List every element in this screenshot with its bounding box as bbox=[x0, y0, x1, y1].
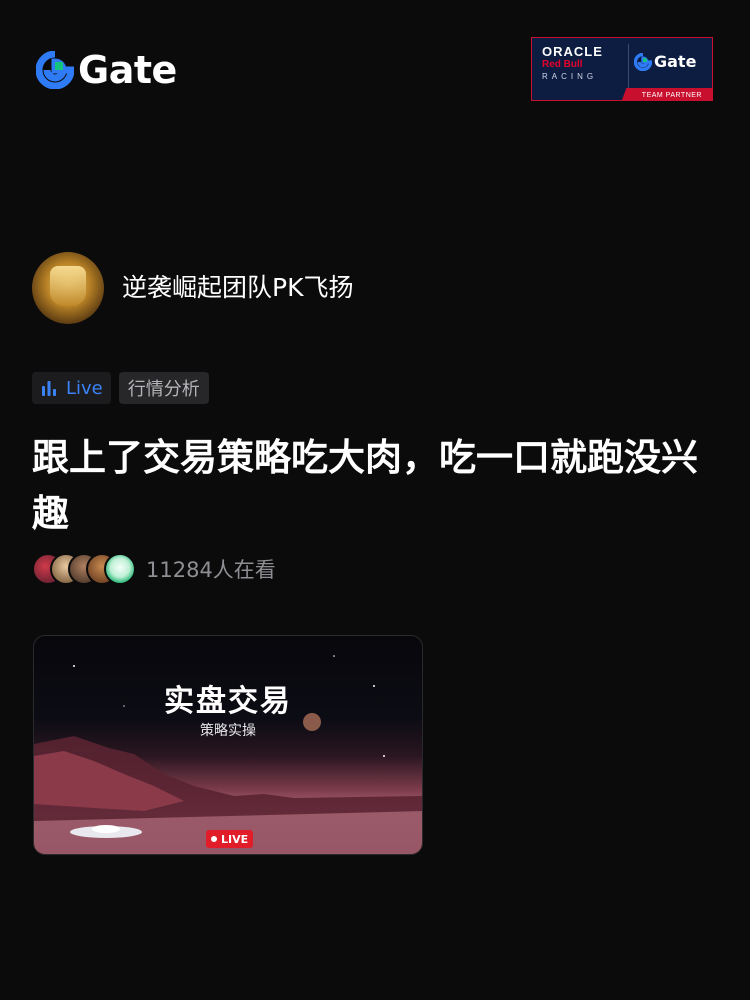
partner-banner: ORACLE Red Bull RACING Gate TEAM PARTNER bbox=[531, 37, 713, 101]
post-title: 跟上了交易策略吃大肉，吃一口就跑没兴趣 bbox=[32, 436, 698, 535]
partner-gate-logo: Gate bbox=[634, 52, 696, 71]
live-badge-label: LIVE bbox=[221, 832, 249, 846]
author-avatar[interactable] bbox=[32, 252, 104, 324]
gate-logo-icon bbox=[634, 52, 652, 71]
live-dot-icon bbox=[211, 836, 217, 842]
team-partner-text: TEAM PARTNER bbox=[641, 92, 702, 99]
redbull-text: Red Bull bbox=[542, 59, 583, 70]
partner-gate-text: Gate bbox=[654, 52, 697, 71]
category-tag[interactable]: 行情分析 bbox=[118, 372, 209, 404]
author-name[interactable]: 逆袭崛起团队PK飞扬 bbox=[122, 270, 353, 306]
viewers-row: 11284人在看 bbox=[32, 553, 276, 585]
gate-logo: Gate bbox=[36, 50, 177, 90]
avatar-image bbox=[50, 266, 86, 306]
cover-landscape bbox=[34, 655, 422, 854]
cover-subtitle: 策略实操 bbox=[200, 723, 256, 739]
author-row[interactable]: 逆袭崛起团队PK飞扬 bbox=[32, 252, 353, 324]
racing-text: RACING bbox=[542, 72, 598, 81]
live-tag-label: Live bbox=[66, 377, 103, 399]
cover-title: 实盘交易 bbox=[164, 684, 292, 719]
viewer-avatar bbox=[104, 553, 136, 585]
gate-logo-text: Gate bbox=[78, 48, 177, 92]
tag-list: Live 行情分析 bbox=[32, 372, 209, 404]
category-tag-label: 行情分析 bbox=[127, 379, 200, 400]
oracle-text: ORACLE bbox=[542, 44, 603, 59]
live-badge: LIVE bbox=[206, 830, 254, 848]
gate-logo-icon bbox=[36, 51, 74, 89]
partner-divider bbox=[628, 44, 629, 88]
live-tag[interactable]: Live bbox=[32, 372, 111, 404]
bar-chart-icon bbox=[42, 381, 56, 396]
viewer-avatars bbox=[32, 553, 136, 585]
viewer-count: 11284人在看 bbox=[146, 558, 276, 582]
live-cover[interactable]: 实盘交易 策略实操 LIVE bbox=[33, 635, 423, 855]
